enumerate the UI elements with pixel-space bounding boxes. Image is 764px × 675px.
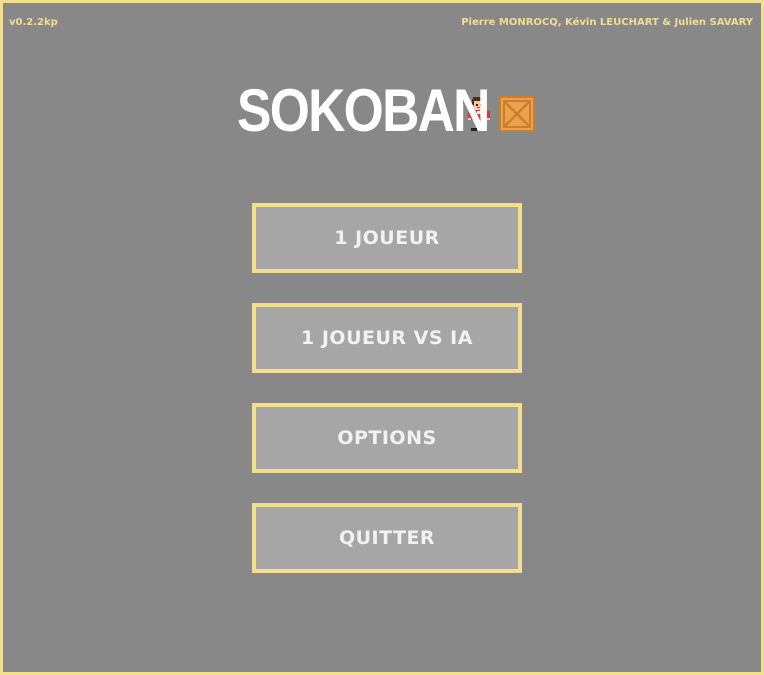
credits-label: Pierre MONROCQ, Kévin LEUCHART & Julien …	[461, 17, 753, 28]
crate-icon	[499, 96, 535, 132]
title-banner: SOKOBAN	[237, 79, 535, 143]
options-button[interactable]: OPTIONS	[252, 403, 522, 473]
game-window: v0.2.2kp Pierre MONROCQ, Kévin LEUCHART …	[0, 0, 764, 675]
game-title: SOKOBAN	[237, 77, 490, 144]
version-label: v0.2.2kp	[9, 17, 58, 28]
player-vs-ai-button[interactable]: 1 JOUEUR VS IA	[252, 303, 522, 373]
quit-button[interactable]: QUITTER	[252, 503, 522, 573]
single-player-button[interactable]: 1 JOUEUR	[252, 203, 522, 273]
